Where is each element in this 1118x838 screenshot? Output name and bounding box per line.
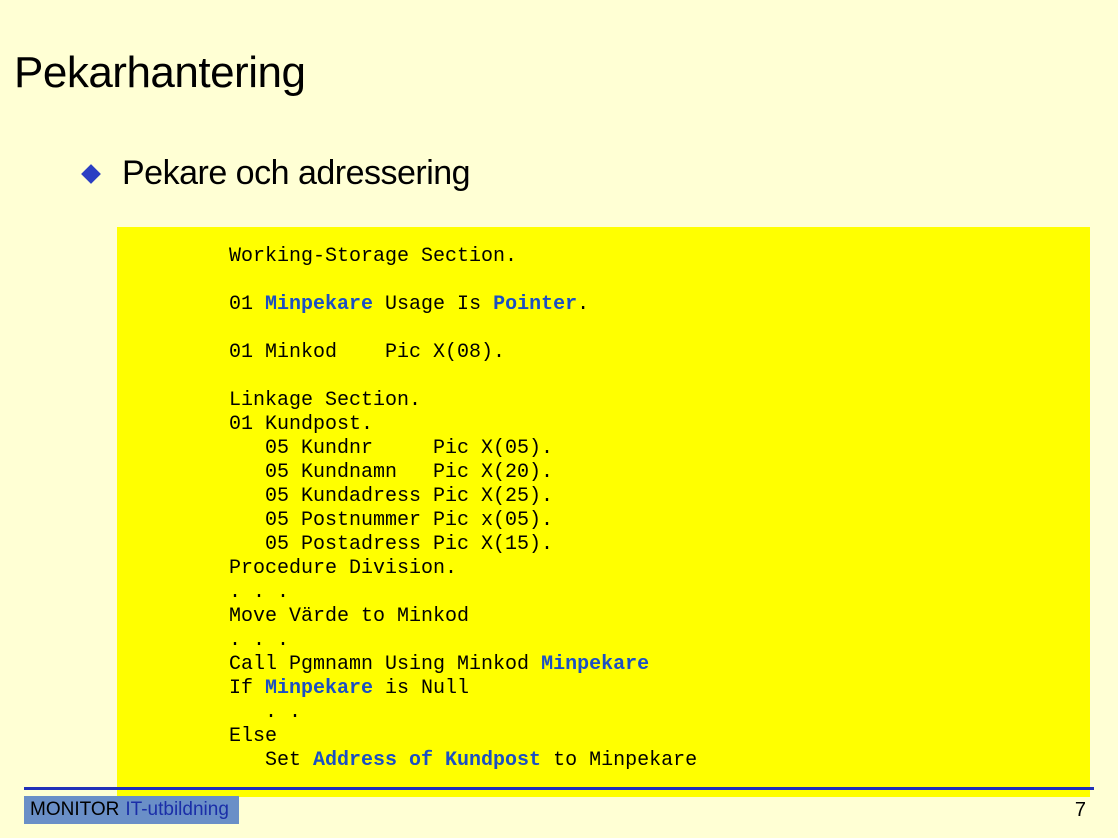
code-line: Working-Storage Section.: [229, 245, 517, 268]
slide-footer: MONITOR IT-utbildning 7: [24, 787, 1094, 824]
bullet-text: Pekare och adressering: [122, 154, 470, 193]
code-line: 05 Postadress Pic X(15).: [229, 533, 553, 556]
code-line: to Minpekare: [541, 749, 697, 772]
code-line: 05 Kundnr Pic X(05).: [229, 437, 553, 460]
code-keyword: Minpekare: [541, 653, 649, 676]
code-line: Else: [229, 725, 277, 748]
code-block: Working-Storage Section. 01 Minpekare Us…: [117, 227, 1090, 797]
code-keyword: Pointer: [493, 293, 577, 316]
page-number: 7: [1075, 799, 1094, 822]
footer-badge: MONITOR IT-utbildning: [24, 796, 239, 824]
footer-brand-secondary: IT-utbildning: [125, 799, 229, 821]
diamond-bullet-icon: [81, 164, 101, 184]
code-keyword: Minpekare: [265, 293, 373, 316]
code-line: . .: [229, 701, 301, 724]
code-keyword: Minpekare: [265, 677, 373, 700]
code-line: 05 Postnummer Pic x(05).: [229, 509, 553, 532]
code-line: Linkage Section.: [229, 389, 421, 412]
code-line: Usage Is: [373, 293, 493, 316]
code-line: .: [577, 293, 589, 316]
bullet-row: Pekare och adressering: [0, 98, 1118, 193]
code-line: Call Pgmnamn Using Minkod: [229, 653, 541, 676]
code-line: Procedure Division.: [229, 557, 457, 580]
slide-title: Pekarhantering: [0, 0, 1118, 98]
code-line: 01 Kundpost.: [229, 413, 373, 436]
code-line: . . .: [229, 581, 289, 604]
code-line: Set: [229, 749, 313, 772]
code-line: If: [229, 677, 265, 700]
code-line: 05 Kundnamn Pic X(20).: [229, 461, 553, 484]
code-line: is Null: [373, 677, 469, 700]
code-line: . . .: [229, 629, 289, 652]
code-line: 05 Kundadress Pic X(25).: [229, 485, 553, 508]
code-line: Move Värde to Minkod: [229, 605, 469, 628]
code-keyword: Address of Kundpost: [313, 749, 541, 772]
code-line: 01: [229, 293, 265, 316]
footer-row: MONITOR IT-utbildning 7: [24, 796, 1094, 824]
footer-divider: [24, 787, 1094, 790]
code-line: 01 Minkod Pic X(08).: [229, 341, 505, 364]
footer-brand-primary: MONITOR: [30, 799, 119, 821]
